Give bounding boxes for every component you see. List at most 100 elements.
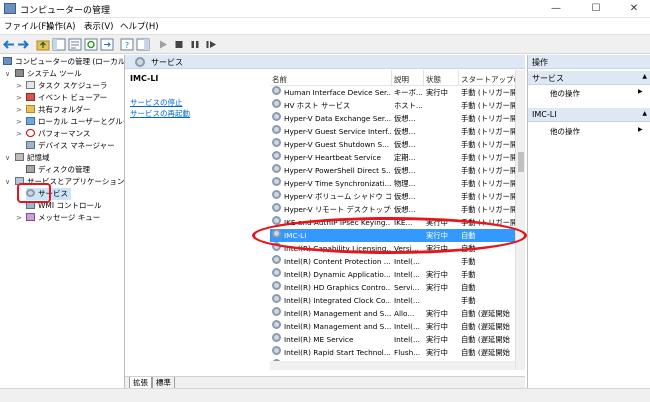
collapse-icon[interactable]: ∨ — [5, 178, 10, 186]
table-row[interactable]: Intel(R) HD Graphics Contro... Servi... 実行… — [270, 281, 515, 294]
tree-performance[interactable]: パフォーマンス — [26, 128, 90, 140]
actions-group-imc-li-label: IMC-LI — [532, 110, 557, 119]
cell-desc: Servi... — [394, 283, 420, 292]
minimize-button[interactable]: — — [540, 0, 572, 18]
expand-icon[interactable]: > — [16, 94, 22, 102]
expand-icon[interactable]: > — [16, 214, 22, 222]
show-hide-action-pane-icon[interactable] — [136, 38, 150, 51]
column-desc[interactable]: 説明 — [394, 74, 422, 85]
refresh-icon[interactable] — [84, 38, 98, 51]
gear-icon — [272, 281, 281, 290]
tree-device-manager[interactable]: デバイス マネージャー — [26, 140, 115, 152]
collapse-up-icon[interactable]: ▲ — [642, 110, 647, 117]
start-service-icon[interactable] — [156, 38, 170, 51]
other-actions-imc-li[interactable]: 他の操作 ▶ — [550, 126, 643, 137]
horizontal-scrollbar[interactable] — [270, 361, 515, 370]
table-row[interactable]: Hyper-V ボリューム シャドウ コピ...仮想... 手動 (トリガー開 — [270, 190, 515, 203]
vertical-scrollbar[interactable] — [515, 70, 525, 370]
table-row[interactable]: Intel(R) ME Service Intel(... 実行中 自動 (遅延開始 — [270, 333, 515, 346]
up-folder-icon[interactable] — [36, 38, 50, 51]
cell-status: 実行中 — [426, 322, 448, 331]
cell-desc: Intel(... — [394, 257, 420, 266]
menu-action[interactable]: 操作(A) — [46, 20, 75, 32]
table-row[interactable]: Hyper-V Guest Shutdown S... 仮想... 手動 (トリガー… — [270, 138, 515, 151]
submenu-arrow-icon: ▶ — [638, 126, 643, 133]
tree-event-viewer-label: イベント ビューアー — [38, 93, 108, 102]
expand-icon[interactable]: > — [16, 82, 22, 90]
cell-startup: 手動 (トリガー開 — [461, 153, 515, 162]
expand-icon[interactable]: > — [16, 130, 22, 138]
gear-icon — [272, 320, 281, 329]
table-row[interactable]: Hyper-V PowerShell Direct S... 仮想... 手動 (ト… — [270, 164, 515, 177]
properties-icon[interactable] — [68, 38, 82, 51]
cell-desc: Flush... — [394, 348, 421, 357]
export-list-icon[interactable] — [100, 38, 114, 51]
actions-group-services[interactable]: サービス ▲ — [528, 71, 650, 85]
tree-storage[interactable]: 記憶域 — [15, 152, 50, 164]
menu-view[interactable]: 表示(V) — [84, 20, 113, 32]
cell-name: Human Interface Device Ser... — [284, 88, 391, 97]
tree-task-scheduler[interactable]: タスク スケジューラ — [26, 80, 107, 92]
cell-name: Hyper-V Time Synchronizati... — [284, 179, 391, 188]
column-divider[interactable] — [391, 70, 392, 86]
column-name[interactable]: 名前 — [272, 74, 382, 85]
stop-service-link[interactable]: サービスの停止 — [130, 97, 183, 108]
tree-message-queue[interactable]: メッセージ キュー — [26, 212, 100, 224]
pause-service-icon[interactable] — [188, 38, 202, 51]
stop-service-icon[interactable] — [172, 38, 186, 51]
table-row[interactable]: Intel(R) Content Protection ... Intel(...… — [270, 255, 515, 268]
menu-file[interactable]: ファイル(F) — [4, 20, 50, 32]
cell-status: 実行中 — [426, 309, 448, 318]
tree-disk-management-label: ディスクの管理 — [38, 165, 90, 174]
gear-icon — [272, 294, 281, 303]
table-row[interactable]: Human Interface Device Ser... キーボ... 実行中 手動… — [270, 86, 515, 99]
menu-help[interactable]: ヘルプ(H) — [120, 20, 159, 32]
table-row[interactable]: HV ホスト サービス ホスト... 手動 (トリガー開 — [270, 99, 515, 112]
gear-icon — [272, 268, 281, 277]
table-row[interactable]: Intel(R) Management and S... Allo... 実行中 自動… — [270, 307, 515, 320]
expand-icon[interactable]: > — [16, 118, 22, 126]
disk-icon — [26, 165, 35, 173]
back-icon[interactable] — [2, 38, 16, 51]
gear-icon — [272, 346, 281, 355]
cell-startup: 自動 (遅延開始 — [461, 335, 510, 344]
table-row[interactable]: Hyper-V リモート デスクトップ仮...仮想... 手動 (トリガー開 — [270, 203, 515, 216]
expand-icon[interactable]: > — [16, 106, 22, 114]
tree-event-viewer[interactable]: イベント ビューアー — [26, 92, 107, 104]
table-row[interactable]: Hyper-V Guest Service Interf... 仮想... 手動 (… — [270, 125, 515, 138]
table-row[interactable]: Intel(R) Dynamic Applicatio... Intel(... 実… — [270, 268, 515, 281]
actions-group-imc-li[interactable]: IMC-LI ▲ — [528, 108, 650, 122]
tree-disk-management[interactable]: ディスクの管理 — [26, 164, 90, 176]
help-icon[interactable]: ? — [120, 38, 134, 51]
table-row[interactable]: Hyper-V Time Synchronizati... 物理... 手動 (トリ… — [270, 177, 515, 190]
tree-system-tools-label: システム ツール — [27, 69, 82, 78]
restart-service-link[interactable]: サービスの再起動 — [130, 108, 190, 119]
collapse-icon[interactable]: ∨ — [5, 70, 10, 78]
maximize-button[interactable]: ☐ — [580, 0, 612, 18]
column-divider[interactable] — [423, 70, 424, 86]
cell-startup: 手動 (トリガー開 — [461, 114, 515, 123]
table-row[interactable]: Intel(R) Integrated Clock Co... Intel(...… — [270, 294, 515, 307]
forward-icon[interactable] — [16, 38, 30, 51]
column-divider[interactable] — [458, 70, 459, 86]
table-row[interactable]: Hyper-V Heartbeat Service 定期... 手動 (トリガー開 — [270, 151, 515, 164]
table-row[interactable]: Intel(R) Rapid Start Technol... Flush... 実… — [270, 346, 515, 359]
other-actions-services[interactable]: 他の操作 ▶ — [550, 88, 643, 99]
table-row[interactable]: Intel(R) Management and S... Intel(... 実行中… — [270, 320, 515, 333]
tree-device-manager-label: デバイス マネージャー — [38, 141, 115, 150]
collapse-up-icon[interactable]: ▲ — [642, 73, 647, 80]
column-startup[interactable]: スタートアップの種 — [461, 74, 515, 85]
tree-system-tools[interactable]: システム ツール — [15, 68, 82, 80]
tree-local-users[interactable]: ローカル ユーザーとグループ — [26, 116, 124, 128]
submenu-arrow-icon: ▶ — [638, 88, 643, 95]
console-tree-icon[interactable] — [52, 38, 66, 51]
table-row[interactable]: Hyper-V Data Exchange Ser... 仮想... 手動 (トリガ… — [270, 112, 515, 125]
tree-shared-folders[interactable]: 共有フォルダー — [26, 104, 91, 116]
column-status[interactable]: 状態 — [426, 74, 456, 85]
gear-icon — [272, 177, 281, 186]
collapse-icon[interactable]: ∨ — [5, 154, 10, 162]
tree-root[interactable]: コンピューターの管理 (ローカル) — [3, 56, 124, 68]
scroll-thumb[interactable] — [518, 152, 524, 172]
restart-service-icon[interactable] — [204, 38, 218, 51]
close-button[interactable]: ✕ — [618, 0, 650, 18]
